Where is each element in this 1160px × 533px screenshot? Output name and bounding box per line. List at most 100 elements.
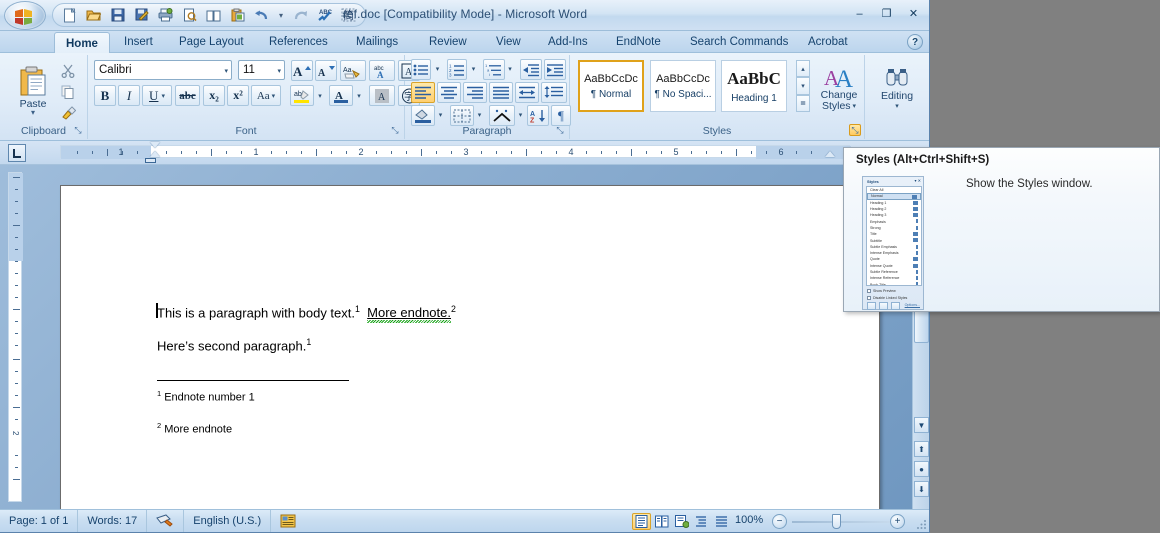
bold-button[interactable]: B <box>94 85 116 106</box>
help-icon[interactable]: ? <box>907 34 923 50</box>
underline-button[interactable]: U ▾ <box>142 85 172 106</box>
grow-font-button[interactable]: A <box>291 60 313 81</box>
increase-indent-button[interactable] <box>544 59 566 80</box>
outline-view-button[interactable] <box>692 513 711 530</box>
tab-review[interactable]: Review <box>418 31 478 53</box>
tab-view[interactable]: View <box>485 31 532 53</box>
format-painter-button[interactable] <box>58 103 78 122</box>
superscript-button[interactable]: x² <box>227 85 249 106</box>
tab-acrobat[interactable]: Acrobat <box>797 31 859 53</box>
tab-add-ins[interactable]: Add-Ins <box>537 31 599 53</box>
font-name-combobox[interactable]: Calibri ▾ <box>94 60 232 80</box>
line-spacing-button[interactable] <box>541 82 567 103</box>
vertical-ruler[interactable]: 2 <box>8 172 23 502</box>
numbering-button[interactable]: 123 <box>447 59 467 80</box>
tab-mailings[interactable]: Mailings <box>345 31 409 53</box>
editing-caret[interactable]: ▾ <box>895 102 899 110</box>
justify-button[interactable] <box>489 82 513 103</box>
numbering-caret[interactable]: ▾ <box>468 62 479 76</box>
zoom-in-button[interactable]: + <box>890 514 905 529</box>
language-indicator[interactable]: English (U.S.) <box>184 509 272 532</box>
macro-recorder[interactable] <box>271 510 305 533</box>
font-color-caret[interactable]: ▾ <box>353 88 365 103</box>
tab-search-commands[interactable]: Search Commands <box>679 31 799 53</box>
highlight-color-caret[interactable]: ▾ <box>314 88 326 103</box>
tab-endnote[interactable]: EndNote <box>605 31 672 53</box>
restore-button[interactable]: ❐ <box>876 5 897 22</box>
web-layout-view-button[interactable] <box>672 513 691 530</box>
paste-caret-icon[interactable]: ▾ <box>31 108 35 116</box>
style-scroll-up-button[interactable]: ▴ <box>796 60 810 78</box>
borders-caret[interactable]: ▾ <box>474 108 485 122</box>
font-dialog-launcher[interactable]: ⤡ <box>389 124 401 136</box>
proofing-status[interactable] <box>147 509 185 532</box>
resize-grip-icon[interactable] <box>916 518 928 530</box>
italic-button[interactable]: I <box>118 85 140 106</box>
bullets-button[interactable] <box>411 59 431 80</box>
phonetic-guide-button[interactable]: abc A <box>369 60 395 81</box>
minimize-button[interactable]: – <box>849 5 870 22</box>
cut-button[interactable] <box>58 61 78 80</box>
zoom-out-button[interactable]: − <box>772 514 787 529</box>
editing-button[interactable]: Editing ▾ <box>873 59 921 117</box>
endnote-entry-2[interactable]: 2 More endnote <box>157 421 232 436</box>
multilevel-list-button[interactable]: 1ai <box>483 59 505 80</box>
document-page[interactable]: This is a paragraph with body text.1 Mor… <box>60 185 880 510</box>
change-styles-button[interactable]: A A Change Styles ▾ <box>814 59 864 119</box>
first-line-indent-marker[interactable] <box>150 142 160 148</box>
style-gallery-item-no-spacing[interactable]: AaBbCcDc ¶ No Spaci... <box>650 60 716 112</box>
tab-references[interactable]: References <box>258 31 339 53</box>
previous-page-button[interactable]: ⬆ <box>914 441 929 457</box>
styles-dialog-launcher[interactable]: ⤡ <box>849 124 861 136</box>
style-gallery-item-heading1[interactable]: AaBbC Heading 1 <box>721 60 787 112</box>
select-browse-object-button[interactable]: ● <box>914 461 929 477</box>
align-center-button[interactable] <box>437 82 461 103</box>
shading-button[interactable] <box>411 105 435 126</box>
zoom-slider-thumb[interactable] <box>832 514 841 529</box>
strikethrough-button[interactable]: abc <box>175 85 200 106</box>
document-canvas[interactable]: This is a paragraph with body text.1 Mor… <box>0 165 929 510</box>
align-right-button[interactable] <box>463 82 487 103</box>
paragraph-1-endnote-sentence[interactable]: More endnote. <box>367 305 451 324</box>
character-shading-button[interactable]: A <box>369 85 395 106</box>
paragraph-2-endnote-ref[interactable]: 1 <box>306 337 311 347</box>
paragraph-1-endnote-ref[interactable]: 1 <box>355 304 360 314</box>
font-size-combobox[interactable]: 11 ▾ <box>238 60 285 80</box>
style-gallery-item-normal[interactable]: AaBbCcDc ¶ Normal <box>578 60 644 112</box>
align-left-button[interactable] <box>411 82 435 103</box>
horizontal-ruler[interactable]: 1 1 2 3 4 5 6 <box>0 141 929 165</box>
print-layout-view-button[interactable] <box>632 513 651 530</box>
next-page-button[interactable]: ⬇ <box>914 481 929 497</box>
change-case-button[interactable]: Aa ▾ <box>251 85 281 106</box>
sort-button[interactable]: AZ <box>527 105 549 126</box>
paragraph-dialog-launcher[interactable]: ⤡ <box>554 124 566 136</box>
style-scroll-down-button[interactable]: ▾ <box>796 77 810 95</box>
style-gallery-scroll[interactable]: ▴ ▾ ≣ <box>796 60 810 112</box>
draft-view-button[interactable] <box>712 513 731 530</box>
ruler-strip[interactable]: 1 1 2 3 4 5 6 <box>60 145 851 159</box>
word-count[interactable]: Words: 17 <box>78 509 148 532</box>
text-highlight-button[interactable]: ab <box>290 85 314 106</box>
subscript-button[interactable]: x₂ <box>203 85 225 106</box>
change-styles-caret[interactable]: ▾ <box>853 101 857 112</box>
chevron-down-icon[interactable]: ▾ <box>224 67 228 75</box>
bullets-caret[interactable]: ▾ <box>432 62 443 76</box>
shrink-font-button[interactable]: A <box>315 60 337 81</box>
chevron-down-icon[interactable]: ▾ <box>272 92 276 100</box>
clear-formatting-button[interactable]: Aa <box>340 60 366 81</box>
distributed-button[interactable] <box>515 82 539 103</box>
east-asian-emphasis-button[interactable] <box>489 105 515 126</box>
show-formatting-marks-button[interactable]: ¶ <box>551 105 571 126</box>
decrease-indent-button[interactable] <box>520 59 542 80</box>
document-paragraph-1[interactable]: This is a paragraph with body text.1 Mor… <box>157 304 456 324</box>
left-indent-marker[interactable] <box>145 158 156 163</box>
paragraph-1-endnote-ref-2[interactable]: 2 <box>451 304 456 314</box>
chevron-down-icon[interactable]: ▾ <box>277 67 281 75</box>
paste-button[interactable]: Paste ▾ <box>10 59 56 121</box>
tab-page-layout[interactable]: Page Layout <box>168 31 255 53</box>
full-screen-reading-view-button[interactable] <box>652 513 671 530</box>
endnote-entry-1[interactable]: 1 Endnote number 1 <box>157 389 255 404</box>
emphasis-caret[interactable]: ▾ <box>515 108 526 122</box>
zoom-level[interactable]: 100% <box>735 514 763 526</box>
borders-button[interactable] <box>450 105 474 126</box>
